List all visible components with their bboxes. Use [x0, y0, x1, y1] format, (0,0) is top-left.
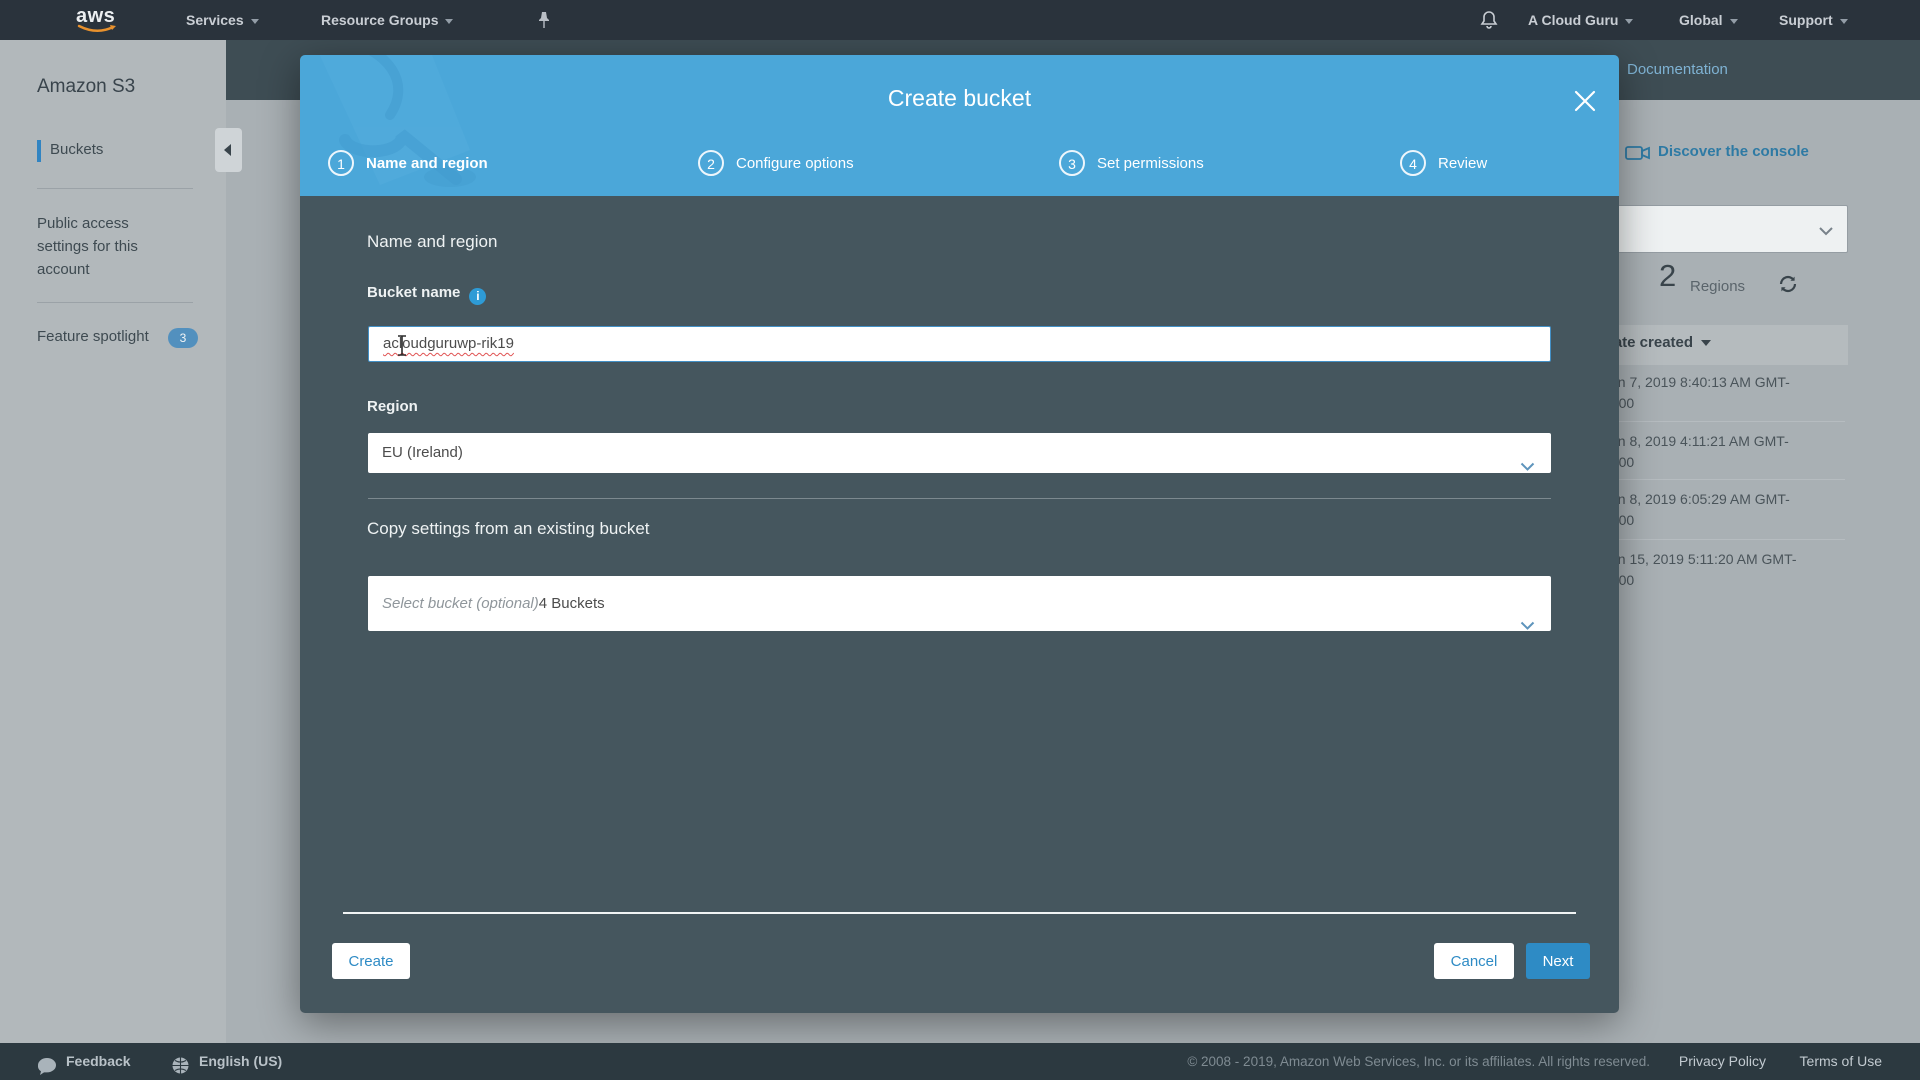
aws-logo[interactable]: aws: [76, 5, 122, 34]
table-row[interactable]: Jan 7, 2019 8:40:13 AM GMT-0600: [1603, 372, 1803, 414]
section-heading: Name and region: [367, 232, 498, 251]
video-camera-icon: [1625, 144, 1651, 167]
cancel-button[interactable]: Cancel: [1434, 943, 1514, 979]
privacy-policy-link[interactable]: Privacy Policy: [1679, 1043, 1766, 1080]
step-3-set-permissions: 3 Set permissions: [1059, 150, 1204, 178]
sidebar-item-feature-spotlight[interactable]: Feature spotlight: [37, 328, 149, 345]
chevron-down-icon: [1520, 448, 1535, 488]
row-divider: [1600, 479, 1845, 480]
divider: [37, 188, 193, 189]
chevron-down-icon: [1625, 18, 1634, 24]
modal-header: Create bucket 1 Name and region 2 Configur…: [300, 55, 1619, 196]
copy-bucket-select[interactable]: Select bucket (optional)4 Buckets: [368, 576, 1551, 631]
copy-select-placeholder: Select bucket (optional): [382, 595, 539, 612]
nav-region-menu[interactable]: Global: [1679, 0, 1738, 40]
documentation-link[interactable]: Documentation: [1627, 61, 1728, 78]
top-nav: aws Services Resource Groups A Cloud Gur…: [0, 0, 1920, 40]
feedback-link[interactable]: Feedback: [66, 1043, 131, 1080]
create-button[interactable]: Create: [332, 943, 410, 979]
nav-services[interactable]: Services: [186, 0, 259, 40]
footer-divider: [343, 912, 1576, 914]
row-divider: [1600, 539, 1845, 540]
copyright-text: © 2008 - 2019, Amazon Web Services, Inc.…: [1187, 1054, 1650, 1069]
nav-resource-groups[interactable]: Resource Groups: [321, 0, 454, 40]
table-row[interactable]: Jan 8, 2019 6:05:29 AM GMT-0600: [1603, 489, 1803, 531]
regions-count: 2: [1659, 258, 1677, 293]
date-created-header[interactable]: Date created: [1603, 334, 1712, 351]
sidebar-collapse-button[interactable]: [215, 128, 242, 172]
step-4-review: 4 Review: [1400, 150, 1487, 178]
row-divider: [1600, 421, 1845, 422]
language-selector[interactable]: English (US): [199, 1043, 282, 1080]
copy-settings-heading: Copy settings from an existing bucket: [367, 519, 650, 538]
chevron-down-icon: [250, 18, 259, 24]
terms-of-use-link[interactable]: Terms of Use: [1800, 1043, 1882, 1080]
text-cursor-icon: [396, 334, 408, 370]
nav-account-menu[interactable]: A Cloud Guru: [1528, 0, 1634, 40]
sidebar-title: Amazon S3: [37, 76, 136, 97]
bucket-name-input[interactable]: acloudguruwp-rik19: [368, 326, 1551, 362]
feature-spotlight-badge: 3: [168, 328, 198, 348]
feedback-icon: [37, 1052, 57, 1080]
table-row[interactable]: Jan 8, 2019 4:11:21 AM GMT-0600: [1603, 431, 1803, 473]
next-button[interactable]: Next: [1526, 943, 1590, 979]
aws-console: aws Services Resource Groups A Cloud Gur…: [0, 0, 1920, 1080]
discover-console-link[interactable]: Discover the console: [1658, 143, 1809, 160]
modal-title: Create bucket: [887, 85, 1032, 111]
chevron-down-icon: [445, 18, 454, 24]
regions-label: Regions: [1690, 278, 1746, 295]
sidebar-item-public-access[interactable]: Public access settings for this account: [37, 212, 172, 281]
region-label: Region: [367, 398, 418, 415]
section-divider: [368, 498, 1551, 499]
sort-desc-icon: [1701, 340, 1712, 347]
step-2-configure-options: 2 Configure options: [698, 150, 854, 178]
s3-sidebar: Amazon S3 Buckets Public access settings…: [0, 40, 242, 1043]
chevron-down-icon: [1729, 18, 1738, 24]
info-icon[interactable]: [469, 288, 487, 305]
chevron-down-icon: [1520, 599, 1535, 654]
chevron-left-icon: [224, 144, 231, 156]
region-select-value: EU (Ireland): [382, 444, 463, 461]
aws-logo-text: aws: [76, 5, 116, 27]
sidebar-item-buckets[interactable]: Buckets: [37, 141, 103, 158]
chevron-down-icon: [1839, 18, 1848, 24]
create-bucket-modal: Create bucket 1 Name and region 2 Configur…: [300, 55, 1619, 1013]
bell-icon[interactable]: [1479, 10, 1499, 35]
refresh-icon[interactable]: [1776, 272, 1800, 301]
step-1-name-and-region: 1 Name and region: [328, 150, 488, 178]
close-icon[interactable]: [1572, 88, 1600, 116]
chevron-down-icon: [1819, 223, 1833, 241]
copy-select-count: 4 Buckets: [538, 595, 605, 612]
pushpin-icon[interactable]: [536, 11, 552, 34]
table-row[interactable]: Jan 15, 2019 5:11:20 AM GMT-0600: [1603, 549, 1803, 591]
nav-support-menu[interactable]: Support: [1779, 0, 1848, 40]
region-select[interactable]: EU (Ireland): [368, 433, 1551, 473]
bucket-name-label: Bucket name: [367, 284, 487, 305]
page-footer: Feedback English (US) © 2008 - 2019, Ama…: [0, 1043, 1920, 1080]
globe-icon: [171, 1052, 190, 1080]
divider: [37, 302, 193, 303]
